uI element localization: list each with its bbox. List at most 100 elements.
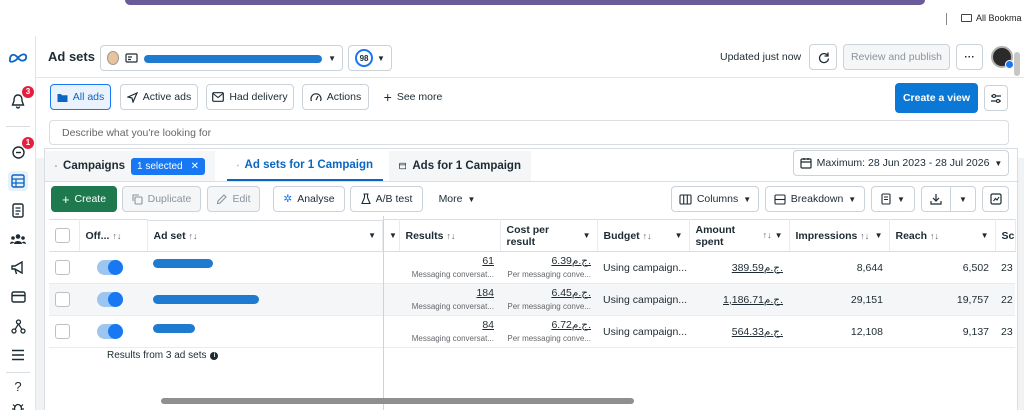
chevron-down-icon[interactable]: ▼	[583, 230, 591, 242]
more-options-button[interactable]: ···	[956, 44, 983, 70]
all-ads-button[interactable]: All ads	[50, 84, 111, 110]
table-row[interactable]: 84 Messaging conversat... 6.72ج.م. Per mes…	[49, 315, 1015, 348]
audiences-icon[interactable]	[8, 229, 28, 249]
results-value[interactable]: 84	[482, 319, 494, 332]
sort-icon[interactable]: ↑↓	[763, 230, 772, 240]
export-button[interactable]: ▼	[921, 186, 976, 212]
meta-logo-icon[interactable]	[8, 47, 28, 67]
duplicate-button[interactable]: Duplicate	[122, 186, 201, 212]
column-header-budget[interactable]: Budget ↑↓ ▼	[597, 219, 690, 252]
cost-per-result-value[interactable]: 6.45ج.م.	[551, 287, 591, 300]
had-delivery-button[interactable]: Had delivery	[206, 84, 294, 110]
column-header-next[interactable]: Sc	[995, 219, 1016, 252]
ai-search-input[interactable]: Describe what you're looking for	[49, 120, 1009, 145]
business-tools-icon[interactable]	[8, 316, 28, 336]
sort-icon[interactable]: ↑↓	[930, 231, 939, 241]
date-range-label: Maximum: 28 Jun 2023 - 28 Jul 2026	[816, 157, 990, 169]
select-all-cell[interactable]	[49, 219, 80, 252]
sort-icon[interactable]: ↑↓	[643, 231, 652, 241]
table-horizontal-scrollbar[interactable]	[161, 398, 634, 404]
close-icon[interactable]: ✕	[191, 161, 199, 172]
row-checkbox[interactable]	[55, 292, 70, 307]
notifications-bell-icon[interactable]: 3	[8, 86, 34, 111]
date-range-picker[interactable]: Maximum: 28 Jun 2023 - 28 Jul 2026 ▼	[793, 150, 1009, 176]
more-label: More	[438, 193, 463, 205]
see-more-button[interactable]: + See more	[378, 84, 448, 110]
ads-manager-panel: Campaigns 1 selected ✕ Ad sets for 1 Cam…	[44, 148, 1019, 410]
column-header-impressions[interactable]: Impressions ↑↓ ▼	[789, 219, 890, 252]
documents-icon[interactable]	[8, 200, 28, 220]
megaphone-icon[interactable]	[8, 258, 28, 278]
chevron-down-icon[interactable]: ▼	[368, 230, 376, 242]
selected-chip[interactable]: 1 selected ✕	[131, 157, 205, 175]
chart-view-button[interactable]	[982, 186, 1009, 212]
amount-spent-value[interactable]: 564.33ج.م.	[732, 326, 783, 338]
chevron-down-icon[interactable]: ▼	[875, 230, 883, 242]
table-row[interactable]: 184 Messaging conversat... 6.45ج.م. Per me…	[49, 283, 1015, 316]
review-and-publish-button[interactable]: Review and publish	[843, 44, 950, 70]
chevron-down-icon[interactable]: ▼	[981, 230, 989, 242]
refresh-icon	[818, 52, 829, 63]
column-header-cost-per-result[interactable]: Cost per result ▼	[500, 219, 598, 252]
tab-ad-sets[interactable]: Ad sets for 1 Campaign	[227, 151, 383, 181]
row-checkbox[interactable]	[55, 324, 70, 339]
amount-spent-value[interactable]: 1,186.71ج.م.	[723, 294, 783, 306]
tab-campaigns[interactable]: Campaigns 1 selected ✕	[45, 151, 215, 181]
column-options-cell[interactable]: ▼	[383, 219, 400, 252]
profile-avatar[interactable]	[991, 46, 1014, 69]
columns-button[interactable]: Columns ▼	[671, 186, 759, 212]
row-checkbox[interactable]	[55, 260, 70, 275]
menu-hamburger-icon[interactable]	[8, 345, 28, 365]
results-value[interactable]: 61	[482, 255, 494, 268]
column-header-results[interactable]: Results ↑↓	[399, 219, 501, 252]
refresh-button[interactable]	[809, 44, 837, 70]
create-view-button[interactable]: Create a view	[895, 83, 978, 113]
info-icon[interactable]: i	[210, 351, 219, 360]
delivery-toggle[interactable]	[97, 260, 123, 275]
select-all-checkbox[interactable]	[55, 228, 70, 243]
actions-button[interactable]: Actions	[302, 84, 369, 110]
delivery-toggle[interactable]	[97, 324, 123, 339]
more-button[interactable]: More ▼	[429, 186, 485, 212]
billing-card-icon[interactable]	[8, 287, 28, 307]
ad-set-name-redacted[interactable]	[153, 258, 213, 268]
ad-set-name-redacted[interactable]	[153, 295, 259, 304]
bug-report-icon[interactable]	[8, 398, 28, 410]
results-value[interactable]: 184	[476, 287, 494, 300]
help-icon[interactable]: ?	[8, 376, 28, 396]
column-header-reach[interactable]: Reach ↑↓ ▼	[889, 219, 996, 252]
sort-icon[interactable]: ↑↓	[446, 231, 455, 241]
edit-button[interactable]: Edit	[207, 186, 260, 212]
column-header-offon[interactable]: Off... ↑↓	[79, 219, 148, 252]
ab-test-button[interactable]: A/B test	[350, 186, 423, 212]
amount-spent-value[interactable]: 389.59ج.م.	[732, 262, 783, 274]
sort-icon[interactable]: ↑↓	[860, 231, 869, 241]
tab-ads[interactable]: Ads for 1 Campaign	[389, 151, 531, 181]
sort-icon[interactable]: ↑↓	[189, 231, 198, 241]
ad-set-name-redacted[interactable]	[153, 324, 195, 333]
column-header-amount-spent[interactable]: Amount spent ↑↓ ▼	[689, 219, 790, 252]
active-ads-button[interactable]: Active ads	[120, 84, 198, 110]
alerts-icon[interactable]: 1	[8, 137, 34, 162]
ads-manager-table-icon[interactable]	[8, 171, 28, 191]
delivery-toggle[interactable]	[97, 292, 123, 307]
all-bookmarks[interactable]: All Bookma	[961, 13, 1022, 23]
create-button[interactable]: + Create	[51, 186, 117, 212]
table-row[interactable]: 61 Messaging conversat... 6.39ج.م. Per mes…	[49, 251, 1015, 284]
ad-account-selector[interactable]: ▼	[100, 45, 343, 71]
filter-settings-button[interactable]	[984, 85, 1008, 111]
page-scrollbar[interactable]	[1014, 52, 1020, 76]
breakdown-button[interactable]: Breakdown ▼	[765, 186, 865, 212]
chevron-down-icon[interactable]: ▼	[775, 231, 783, 240]
cost-per-result-value[interactable]: 6.72ج.م.	[551, 319, 591, 332]
active-ads-label: Active ads	[142, 91, 192, 103]
cost-per-result-value[interactable]: 6.39ج.م.	[551, 255, 591, 268]
ad-window-icon	[399, 162, 407, 170]
opportunity-score[interactable]: 98 ▼	[348, 45, 392, 71]
column-header-ad-set[interactable]: Ad set ↑↓ ▼	[147, 219, 383, 252]
analyse-button[interactable]: ✲ Analyse	[273, 186, 345, 212]
sort-icon[interactable]: ↑↓	[112, 231, 121, 241]
reports-button[interactable]: ▼	[871, 186, 915, 212]
chevron-down-icon[interactable]: ▼	[389, 231, 397, 240]
chevron-down-icon[interactable]: ▼	[675, 230, 683, 242]
